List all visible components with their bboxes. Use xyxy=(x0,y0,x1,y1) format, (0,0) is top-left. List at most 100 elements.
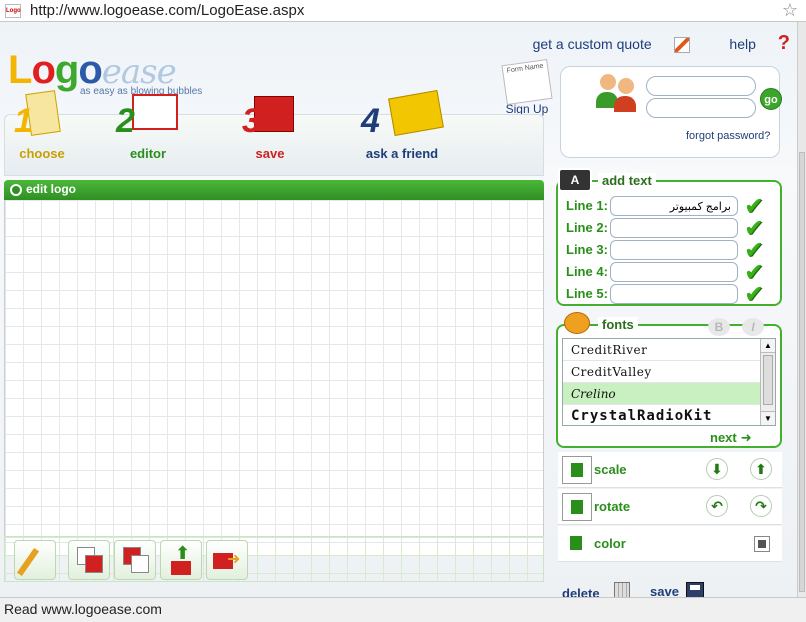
page-scrollbar[interactable] xyxy=(797,22,806,597)
envelope-body xyxy=(388,89,444,137)
step-ask-friend[interactable]: 4 ask a friend xyxy=(352,88,452,161)
scroll-down-icon[interactable]: ▼ xyxy=(761,411,775,425)
step-label-editor: editor xyxy=(129,146,167,161)
status-bar: Read www.logoease.com xyxy=(0,597,806,622)
send-backward-button[interactable] xyxy=(114,540,156,580)
line-input-1[interactable]: برامج كمبيوتر xyxy=(610,196,738,216)
step-label-choose: choose xyxy=(19,146,65,161)
address-bar[interactable]: Logo http://www.logoease.com/LogoEase.as… xyxy=(0,0,806,22)
rotate-left-button[interactable]: ↶ xyxy=(706,495,728,517)
users-icon xyxy=(596,72,640,116)
line-label-4: Line 4: xyxy=(566,264,608,279)
pencil-icon xyxy=(673,37,690,54)
right-arrow-icon: ➜ xyxy=(227,551,241,568)
line-input-3[interactable] xyxy=(610,240,738,260)
font-list-scrollbar[interactable]: ▲ ▼ xyxy=(760,339,775,425)
paint-bucket-icon xyxy=(562,530,592,558)
step-save[interactable]: 3 save xyxy=(242,88,298,161)
step-editor[interactable]: 2 editor xyxy=(110,88,186,161)
scale-row: scale ⬇ ⬆ xyxy=(558,452,782,488)
scroll-up-icon[interactable]: ▲ xyxy=(761,339,775,353)
logo-canvas[interactable] xyxy=(4,200,544,556)
color-row: color xyxy=(558,526,782,562)
move-up-button[interactable]: ⬆ xyxy=(160,540,202,580)
step-number-1: 1 xyxy=(14,102,33,140)
rotate-right-button[interactable]: ↷ xyxy=(750,495,772,517)
logo-letter-3: g xyxy=(54,48,79,92)
line-label-2: Line 2: xyxy=(566,220,608,235)
next-arrow-icon: ➜ xyxy=(740,430,752,445)
italic-button[interactable]: I xyxy=(742,318,764,336)
save-disk-icon: 3 xyxy=(242,88,298,144)
page: Logoease as easy as blowing bubbles get … xyxy=(0,22,806,597)
rotate-label: rotate xyxy=(594,499,631,514)
step-number-2: 2 xyxy=(116,102,135,140)
add-text-panel: A add text Line 1: برامج كمبيوتر ✔ Line … xyxy=(556,168,782,309)
envelope-icon: 4 xyxy=(357,88,447,144)
color-label: color xyxy=(594,536,626,551)
page-scrollbar-thumb[interactable] xyxy=(799,152,805,592)
line-input-5[interactable] xyxy=(610,284,738,304)
choose-icon: 1 xyxy=(14,88,70,144)
logo-letter-1: L xyxy=(8,48,32,92)
font-item[interactable]: CreditValley xyxy=(563,361,775,383)
rotate-row: rotate ↶ ↷ xyxy=(558,489,782,525)
fonts-title: fonts xyxy=(598,317,638,332)
actions-bar: delete save xyxy=(558,582,782,597)
floppy-disk-icon[interactable] xyxy=(686,582,704,597)
next-link[interactable]: next ➜ xyxy=(710,430,752,446)
apply-check-icon[interactable]: ✔ xyxy=(744,280,764,309)
step-choose[interactable]: 1 choose xyxy=(14,88,70,161)
username-input[interactable] xyxy=(646,76,756,96)
line-label-3: Line 3: xyxy=(566,242,608,257)
custom-quote-link[interactable]: get a custom quote xyxy=(515,36,690,54)
editor-icon-canvas xyxy=(132,94,178,130)
forgot-password-link[interactable]: forgot password? xyxy=(686,130,770,142)
bold-button[interactable]: B xyxy=(708,318,730,336)
step-number-4: 4 xyxy=(361,102,380,140)
font-list[interactable]: CreditRiver CreditValley Crelino Crystal… xyxy=(562,338,776,426)
line-label-5: Line 5: xyxy=(566,286,608,301)
scale-icon xyxy=(562,456,592,484)
font-item-selected[interactable]: Crelino xyxy=(563,383,775,405)
edit-logo-header: edit logo xyxy=(4,180,544,200)
sign-up-button[interactable]: Form Name Sign Up xyxy=(496,58,558,116)
user-head-2 xyxy=(618,78,634,94)
fonts-panel: fonts B I CreditRiver CreditValley Creli… xyxy=(556,312,782,448)
go-button[interactable]: go xyxy=(760,88,782,110)
favicon-icon: Logo xyxy=(5,4,21,18)
help-link[interactable]: help ? xyxy=(711,32,790,54)
trash-icon[interactable] xyxy=(614,582,630,597)
url-text[interactable]: http://www.logoease.com/LogoEase.aspx xyxy=(30,2,304,19)
form-icon: Form Name xyxy=(501,58,553,106)
logo-letter-2: o xyxy=(31,48,55,92)
save-button[interactable]: save xyxy=(650,584,679,597)
text-tool-icon: A xyxy=(558,168,592,192)
color-swatch[interactable] xyxy=(754,536,770,552)
up-arrow-icon: ⬆ xyxy=(175,543,191,563)
line-input-4[interactable] xyxy=(610,262,738,282)
font-item[interactable]: CreditRiver xyxy=(563,339,775,361)
question-icon: ? xyxy=(777,32,790,54)
font-item[interactable]: CrystalRadioKit xyxy=(563,405,775,425)
line-input-2[interactable] xyxy=(610,218,738,238)
star-icon[interactable]: ☆ xyxy=(782,0,798,21)
scale-down-button[interactable]: ⬇ xyxy=(706,458,728,480)
font-list-scroll-thumb[interactable] xyxy=(763,355,773,405)
user-head-1 xyxy=(600,74,616,90)
pencil-tool-button[interactable] xyxy=(14,540,56,580)
top-links: get a custom quote help ? xyxy=(497,32,790,55)
scale-up-button[interactable]: ⬆ xyxy=(750,458,772,480)
user-body-2 xyxy=(614,96,636,112)
bring-forward-button[interactable] xyxy=(68,540,110,580)
scale-label: scale xyxy=(594,462,627,477)
delete-button[interactable]: delete xyxy=(562,586,600,597)
move-right-button[interactable]: ➜ xyxy=(206,540,248,580)
radio-dot-icon xyxy=(10,184,22,196)
password-input[interactable] xyxy=(646,98,756,118)
custom-quote-label: get a custom quote xyxy=(532,36,652,52)
layer-front-icon xyxy=(131,555,149,573)
fonts-icon xyxy=(564,312,590,334)
step-label-save: save xyxy=(255,146,285,161)
add-text-title: add text xyxy=(598,173,656,188)
